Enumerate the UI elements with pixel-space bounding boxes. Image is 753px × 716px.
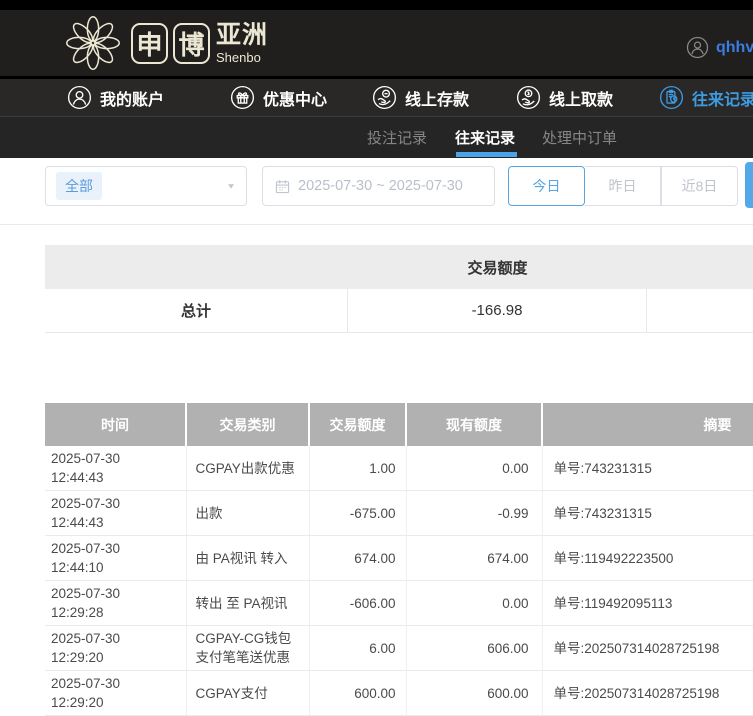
top-black-strip bbox=[0, 0, 753, 10]
site-header: 申 博 亚洲 Shenbo qhhv bbox=[0, 10, 753, 76]
nav-label: 往来记录 bbox=[692, 91, 753, 109]
user-account-area[interactable]: qhhv bbox=[686, 36, 753, 59]
cell-amount: -606.00 bbox=[309, 580, 407, 626]
logo-char-shen: 申 bbox=[131, 22, 168, 64]
cell-type: CGPAY出款优惠 bbox=[186, 446, 310, 491]
transaction-type-select[interactable]: 全部 ▼ bbox=[45, 166, 247, 206]
nav-item-transaction-records[interactable]: 往来记录 bbox=[659, 79, 753, 116]
cell-amount: 6.00 bbox=[309, 625, 407, 671]
nav-item-my-account[interactable]: 我的账户 bbox=[67, 79, 164, 116]
column-header-type: 交易类别 bbox=[186, 403, 310, 446]
site-logo[interactable]: 申 博 亚洲 Shenbo bbox=[63, 12, 268, 74]
user-icon bbox=[67, 85, 92, 110]
cell-balance: 0.00 bbox=[406, 580, 543, 626]
table-row: 2025-07-30 12:44:10 由 PA视讯 转入 674.00 674… bbox=[45, 535, 753, 581]
nav-item-promotions[interactable]: 优惠中心 bbox=[230, 79, 327, 116]
last-8-days-button[interactable]: 近8日 bbox=[661, 166, 738, 206]
cell-memo: 单号:743231315 bbox=[542, 490, 753, 536]
table-header-row: 时间 交易类别 交易额度 现有额度 摘要 bbox=[45, 403, 753, 446]
records-icon bbox=[659, 85, 684, 110]
cell-memo: 单号:202507314028725198 bbox=[542, 670, 753, 716]
records-table: 时间 交易类别 交易额度 现有额度 摘要 2025-07-30 12:44:43… bbox=[45, 403, 753, 716]
cell-time: 2025-07-30 12:29:20 bbox=[45, 625, 187, 671]
logo-subtitle: Shenbo bbox=[216, 49, 261, 65]
summary-total-label: 总计 bbox=[45, 289, 348, 332]
today-button[interactable]: 今日 bbox=[508, 166, 585, 206]
tab-betting-records[interactable]: 投注记录 bbox=[367, 117, 427, 158]
cell-amount: 600.00 bbox=[309, 670, 407, 716]
main-navigation: 我的账户 优惠中心 线上存款 线上取款 往来记录 bbox=[0, 79, 753, 116]
cell-memo: 单号:119492095113 bbox=[542, 580, 753, 626]
summary-header-amount: 交易额度 bbox=[467, 259, 528, 277]
filter-separator-line bbox=[0, 224, 753, 225]
column-header-balance: 现有额度 bbox=[406, 403, 543, 446]
summary-empty-cell bbox=[647, 289, 753, 332]
yesterday-button[interactable]: 昨日 bbox=[585, 166, 661, 206]
summary-header-row: 交易额度 bbox=[45, 245, 753, 289]
cell-amount: 674.00 bbox=[309, 535, 407, 581]
cell-time: 2025-07-30 12:29:28 bbox=[45, 580, 187, 626]
column-header-time: 时间 bbox=[45, 403, 187, 446]
tab-transaction-records[interactable]: 往来记录 bbox=[455, 117, 518, 158]
date-range-input[interactable]: 2025-07-30 ~ 2025-07-30 bbox=[262, 166, 495, 206]
logo-char-bo: 博 bbox=[173, 22, 210, 64]
cell-balance: 606.00 bbox=[406, 625, 543, 671]
nav-label: 我的账户 bbox=[100, 91, 165, 109]
column-header-amount: 交易额度 bbox=[309, 403, 407, 446]
nav-label: 优惠中心 bbox=[263, 91, 328, 109]
cell-balance: -0.99 bbox=[406, 490, 543, 536]
table-row: 2025-07-30 12:29:20 CGPAY支付 600.00 600.0… bbox=[45, 670, 753, 716]
cell-type: CGPAY支付 bbox=[186, 670, 310, 716]
cell-type: 出款 bbox=[186, 490, 310, 536]
cell-memo: 单号:202507314028725198 bbox=[542, 625, 753, 671]
summary-total-row: 总计 -166.98 bbox=[45, 289, 753, 333]
calendar-icon bbox=[275, 179, 290, 193]
table-row: 2025-07-30 12:29:28 转出 至 PA视讯 -606.00 0.… bbox=[45, 580, 753, 626]
record-tabs-bar: 投注记录 往来记录 处理中订单 bbox=[0, 116, 753, 158]
withdraw-icon bbox=[516, 85, 541, 110]
table-row: 2025-07-30 12:44:43 出款 -675.00 -0.99 单号:… bbox=[45, 490, 753, 536]
summary-total-value: -166.98 bbox=[348, 289, 647, 332]
cell-type: 由 PA视讯 转入 bbox=[186, 535, 310, 581]
nav-label: 线上存款 bbox=[405, 91, 470, 109]
selected-type-tag[interactable]: 全部 bbox=[56, 172, 102, 200]
flower-logo-icon bbox=[66, 16, 120, 70]
cell-memo: 单号:743231315 bbox=[542, 446, 753, 491]
cell-amount: -675.00 bbox=[309, 490, 407, 536]
tab-pending-orders[interactable]: 处理中订单 bbox=[542, 117, 617, 158]
cell-time: 2025-07-30 12:44:43 bbox=[45, 446, 187, 491]
cell-balance: 674.00 bbox=[406, 535, 543, 581]
user-avatar-icon bbox=[686, 36, 709, 59]
date-range-value: 2025-07-30 ~ 2025-07-30 bbox=[298, 178, 463, 194]
nav-label: 线上取款 bbox=[549, 91, 614, 109]
username-text[interactable]: qhhv bbox=[716, 39, 753, 57]
cell-time: 2025-07-30 12:29:20 bbox=[45, 670, 187, 716]
nav-item-online-withdrawal[interactable]: 线上取款 bbox=[516, 79, 613, 116]
cell-type: 转出 至 PA视讯 bbox=[186, 580, 310, 626]
column-header-memo: 摘要 bbox=[542, 403, 753, 446]
cell-amount: 1.00 bbox=[309, 446, 407, 491]
cell-balance: 0.00 bbox=[406, 446, 543, 491]
table-row: 2025-07-30 12:29:20 CGPAY-CG钱包支付笔笔送优惠 6.… bbox=[45, 625, 753, 671]
cell-time: 2025-07-30 12:44:10 bbox=[45, 535, 187, 581]
quick-date-buttons: 今日 昨日 近8日 bbox=[508, 166, 738, 206]
summary-table: 交易额度 总计 -166.98 bbox=[45, 245, 753, 333]
cell-balance: 600.00 bbox=[406, 670, 543, 716]
search-button-clipped[interactable] bbox=[745, 162, 753, 208]
logo-character-boxes: 申 博 bbox=[131, 22, 210, 64]
table-row: 2025-07-30 12:44:43 CGPAY出款优惠 1.00 0.00 … bbox=[45, 446, 753, 491]
logo-region-text: 亚洲 bbox=[216, 20, 269, 49]
gift-icon bbox=[230, 85, 255, 110]
deposit-icon bbox=[372, 85, 397, 110]
chevron-down-icon: ▼ bbox=[226, 181, 236, 191]
cell-time: 2025-07-30 12:44:43 bbox=[45, 490, 187, 536]
nav-item-online-deposit[interactable]: 线上存款 bbox=[372, 79, 469, 116]
cell-type: CGPAY-CG钱包支付笔笔送优惠 bbox=[186, 625, 310, 671]
cell-memo: 单号:119492223500 bbox=[542, 535, 753, 581]
